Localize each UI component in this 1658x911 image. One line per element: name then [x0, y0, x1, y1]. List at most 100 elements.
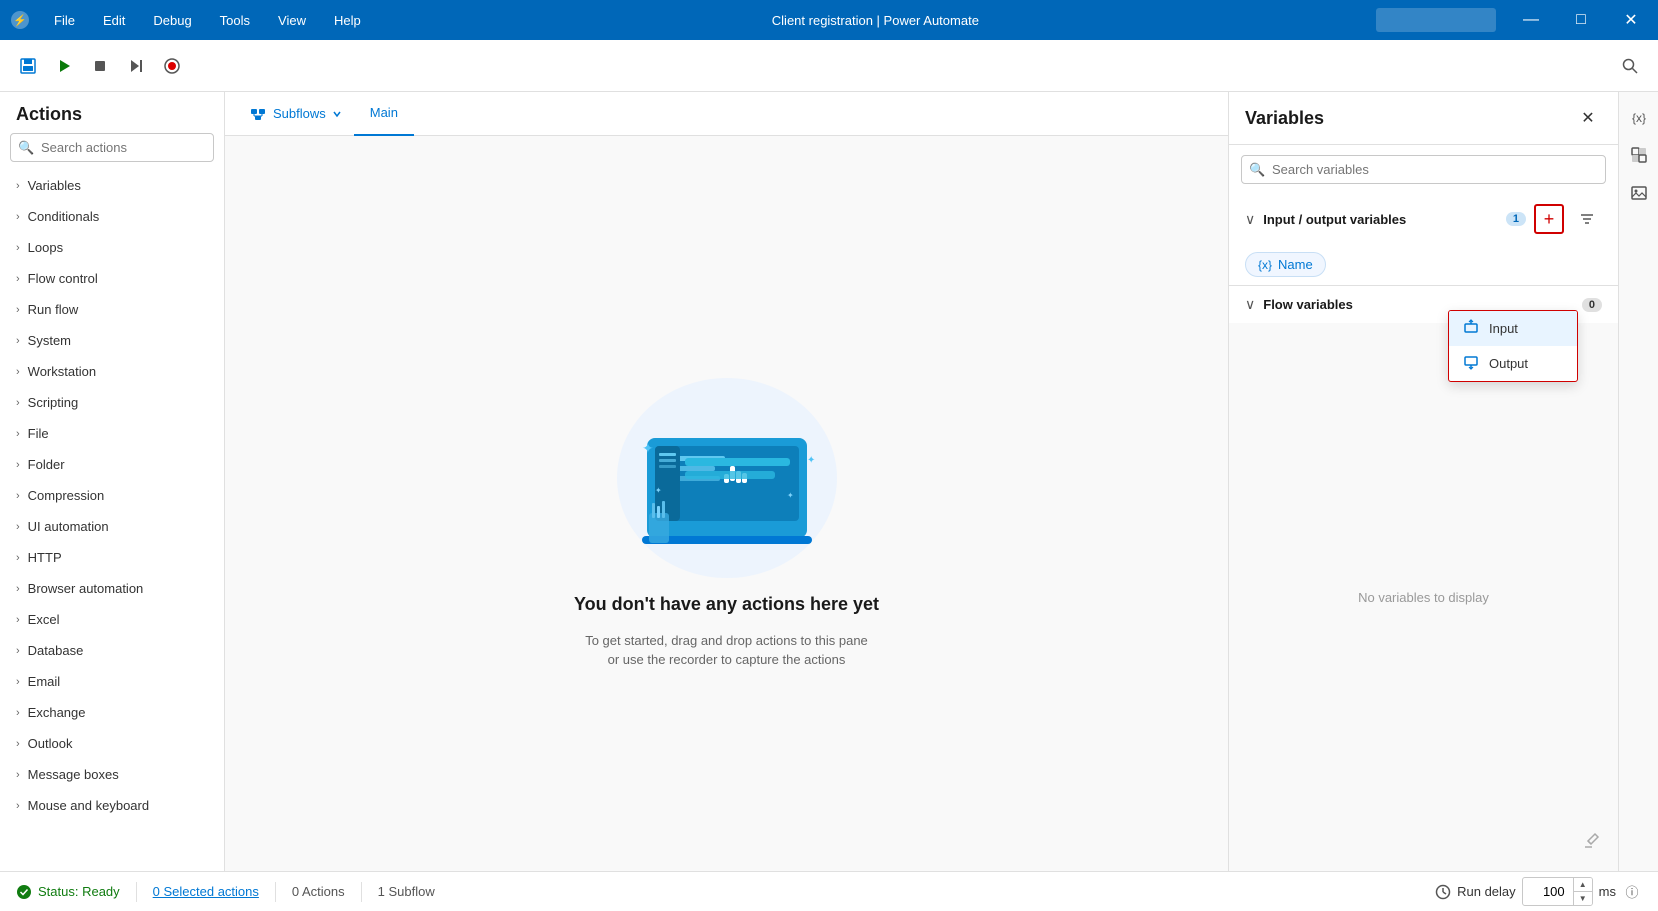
menu-help[interactable]: Help [320, 0, 375, 40]
dropdown-item-output[interactable]: Output [1449, 346, 1577, 381]
ui-elements-button[interactable] [1622, 138, 1656, 172]
action-item-mouse-keyboard[interactable]: › Mouse and keyboard [0, 790, 224, 821]
run-delay-down[interactable]: ▼ [1574, 892, 1592, 905]
chevron-icon: › [16, 242, 20, 254]
chevron-icon: › [16, 676, 20, 688]
action-item-label: Browser automation [28, 581, 144, 596]
subflows-button[interactable]: Subflows [237, 97, 354, 131]
chevron-icon: › [16, 707, 20, 719]
menu-edit[interactable]: Edit [89, 0, 139, 40]
run-delay-up[interactable]: ▲ [1574, 878, 1592, 891]
window-controls: — □ ✕ [1376, 0, 1654, 40]
filter-icon [1579, 211, 1595, 227]
selected-actions-count[interactable]: 0 Selected actions [153, 884, 259, 899]
action-item-http[interactable]: › HTTP [0, 542, 224, 573]
run-button[interactable] [48, 50, 80, 82]
dropdown-item-input[interactable]: Input [1449, 311, 1577, 346]
run-delay-group: Run delay ▲ ▼ ms ⓘ [1435, 877, 1642, 906]
menu-file[interactable]: File [40, 0, 89, 40]
action-item-label: Run flow [28, 302, 79, 317]
tab-main[interactable]: Main [354, 92, 414, 136]
action-item-system[interactable]: › System [0, 325, 224, 356]
action-item-excel[interactable]: › Excel [0, 604, 224, 635]
action-item-label: UI automation [28, 519, 109, 534]
input-output-section-header[interactable]: ∨ Input / output variables 1 + [1229, 194, 1618, 244]
action-item-run-flow[interactable]: › Run flow [0, 294, 224, 325]
chevron-icon: › [16, 800, 20, 812]
run-delay-input-wrap: ▲ ▼ [1522, 877, 1593, 906]
close-button[interactable]: ✕ [1608, 0, 1654, 40]
status-ready: Status: Ready [16, 884, 120, 900]
subflows-label: Subflows [273, 106, 326, 121]
action-item-ui-automation[interactable]: › UI automation [0, 511, 224, 542]
action-item-label: Message boxes [28, 767, 119, 782]
menu-view[interactable]: View [264, 0, 320, 40]
variables-search-icon: 🔍 [1249, 162, 1265, 178]
name-chip: {x} Name [1245, 252, 1326, 277]
actions-search-input[interactable] [10, 133, 214, 162]
action-item-loops[interactable]: › Loops [0, 232, 224, 263]
status-bar: Status: Ready 0 Selected actions 0 Actio… [0, 871, 1658, 911]
chevron-icon: › [16, 273, 20, 285]
run-delay-input[interactable] [1523, 880, 1573, 903]
add-variable-button[interactable]: + [1534, 204, 1564, 234]
action-item-label: Loops [28, 240, 63, 255]
action-item-message-boxes[interactable]: › Message boxes [0, 759, 224, 790]
action-item-flow-control[interactable]: › Flow control [0, 263, 224, 294]
actions-count: 0 Actions [292, 884, 345, 899]
run-delay-info[interactable]: ⓘ [1622, 882, 1642, 902]
variables-icon: {x} [1630, 108, 1648, 126]
io-section-count: 1 [1506, 212, 1526, 226]
action-item-outlook[interactable]: › Outlook [0, 728, 224, 759]
maximize-button[interactable]: □ [1558, 0, 1604, 40]
input-output-section: ∨ Input / output variables 1 + {x} [1229, 194, 1618, 286]
app-layout: Actions 🔍 › Variables › Conditionals › L… [0, 40, 1658, 911]
action-item-label: Email [28, 674, 61, 689]
menu-debug[interactable]: Debug [139, 0, 205, 40]
variables-toggle-button[interactable]: {x} [1622, 100, 1656, 134]
main-canvas: Subflows Main [225, 92, 1228, 871]
chevron-icon: › [16, 490, 20, 502]
flow-section-count: 0 [1582, 298, 1602, 312]
action-item-exchange[interactable]: › Exchange [0, 697, 224, 728]
svg-text:✦: ✦ [807, 455, 815, 466]
input-icon [1463, 319, 1479, 338]
run-delay-unit: ms [1599, 884, 1616, 899]
status-text: Status: Ready [38, 884, 120, 899]
clock-icon [1435, 884, 1451, 900]
filter-button[interactable] [1572, 204, 1602, 234]
search-button[interactable] [1614, 50, 1646, 82]
action-item-label: File [28, 426, 49, 441]
action-item-label: Folder [28, 457, 65, 472]
action-item-compression[interactable]: › Compression [0, 480, 224, 511]
name-chip-label: Name [1278, 257, 1313, 272]
action-item-scripting[interactable]: › Scripting [0, 387, 224, 418]
action-item-workstation[interactable]: › Workstation [0, 356, 224, 387]
save-button[interactable] [12, 50, 44, 82]
actions-search-container: 🔍 [10, 133, 214, 162]
action-item-file[interactable]: › File [0, 418, 224, 449]
run-delay-spinners: ▲ ▼ [1573, 878, 1592, 905]
action-item-browser-automation[interactable]: › Browser automation [0, 573, 224, 604]
images-button[interactable] [1622, 176, 1656, 210]
output-variable-icon [1463, 354, 1479, 370]
erase-icon [1582, 830, 1602, 850]
action-item-email[interactable]: › Email [0, 666, 224, 697]
action-item-conditionals[interactable]: › Conditionals [0, 201, 224, 232]
variables-close-button[interactable]: ✕ [1574, 104, 1602, 132]
status-separator [136, 882, 137, 902]
io-section-title: Input / output variables [1263, 212, 1498, 227]
next-step-button[interactable] [120, 50, 152, 82]
minimize-button[interactable]: — [1508, 0, 1554, 40]
variables-search-input[interactable] [1241, 155, 1606, 184]
record-button[interactable] [156, 50, 188, 82]
action-item-folder[interactable]: › Folder [0, 449, 224, 480]
stop-button[interactable] [84, 50, 116, 82]
chevron-icon: › [16, 211, 20, 223]
action-item-variables[interactable]: › Variables [0, 170, 224, 201]
menu-tools[interactable]: Tools [206, 0, 264, 40]
chevron-icon: › [16, 304, 20, 316]
action-item-database[interactable]: › Database [0, 635, 224, 666]
titlebar: ⚡ File Edit Debug Tools View Help Client… [0, 0, 1658, 40]
chevron-icon: › [16, 397, 20, 409]
